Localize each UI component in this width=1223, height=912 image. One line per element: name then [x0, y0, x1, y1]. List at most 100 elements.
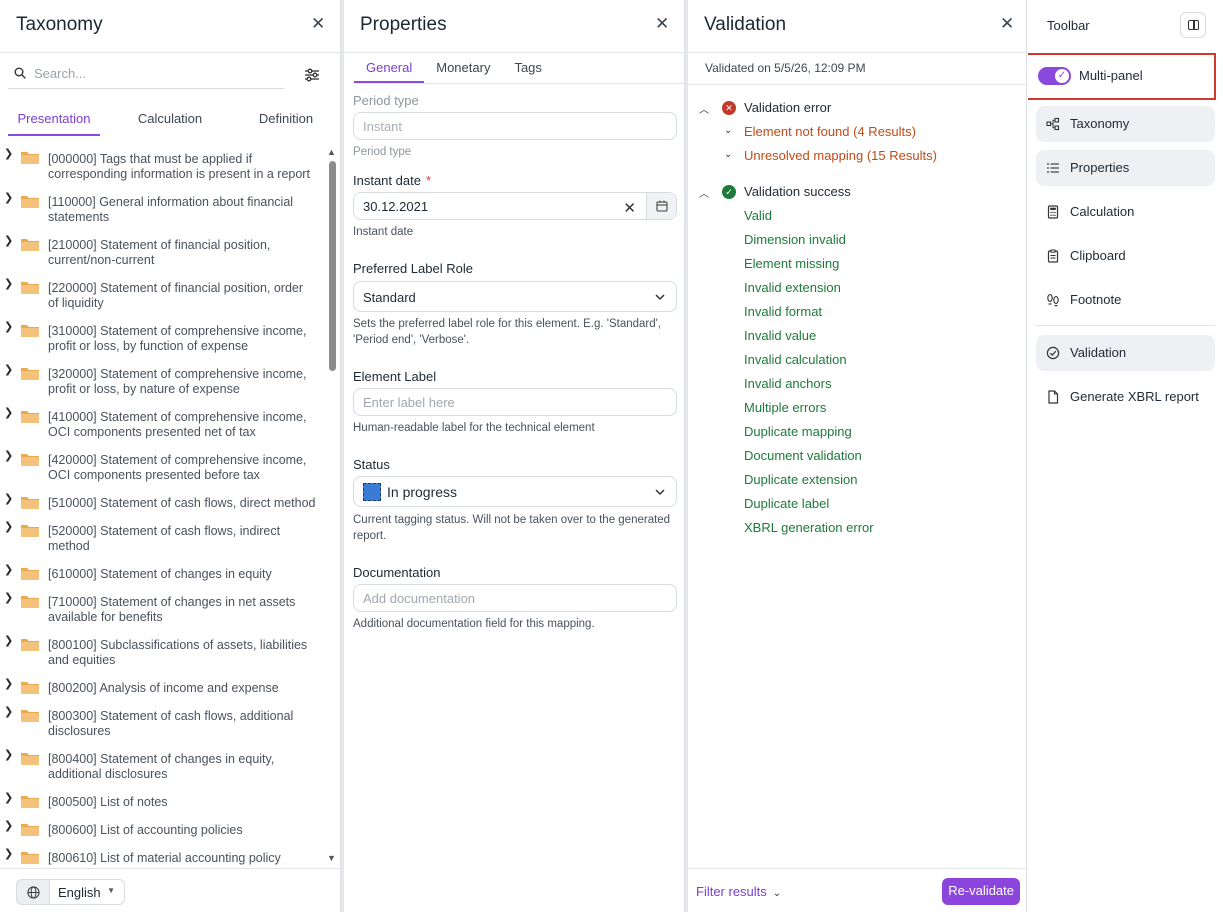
- search-input[interactable]: [34, 66, 274, 81]
- tree-item[interactable]: ❯ [110000] General information about fina…: [0, 190, 326, 225]
- validation-success-item[interactable]: Duplicate label: [744, 496, 829, 511]
- validation-success-item[interactable]: Invalid extension: [744, 280, 841, 295]
- tree-item[interactable]: ❯ [000000] Tags that must be applied if c…: [0, 146, 326, 182]
- close-icon[interactable]: ✕: [1000, 15, 1014, 32]
- label-role-select[interactable]: Standard: [353, 281, 677, 312]
- tree-item[interactable]: ❯ [220000] Statement of financial positio…: [0, 276, 326, 311]
- scroll-down-icon[interactable]: ▼: [327, 853, 336, 863]
- tree-item[interactable]: ❯ [800100] Subclassifications of assets, …: [0, 633, 326, 668]
- scrollbar-thumb[interactable]: [329, 161, 336, 371]
- tree-item[interactable]: ❯ [800400] Statement of changes in equity…: [0, 747, 326, 782]
- tree-item[interactable]: ❯ [800610] List of material accounting po…: [0, 846, 326, 866]
- status-select[interactable]: In progress: [353, 476, 677, 507]
- chevron-right-icon[interactable]: ❯: [4, 677, 13, 692]
- revalidate-button[interactable]: Re-validate: [942, 878, 1020, 905]
- validation-error-item[interactable]: ⌄ Element not found (4 Results): [724, 124, 916, 139]
- chevron-right-icon[interactable]: ❯: [4, 563, 13, 578]
- chevron-right-icon[interactable]: ❯: [4, 277, 13, 292]
- tree-item[interactable]: ❯ [420000] Statement of comprehensive inc…: [0, 448, 326, 483]
- language-select[interactable]: English ▼: [49, 879, 125, 905]
- tree-item[interactable]: ❯ [800200] Analysis of income and expense: [0, 676, 326, 696]
- close-icon[interactable]: ✕: [655, 15, 669, 32]
- tree-item[interactable]: ❯ [800300] Statement of cash flows, addit…: [0, 704, 326, 739]
- caret-down-icon: ▼: [107, 886, 115, 895]
- chevron-right-icon[interactable]: ❯: [4, 234, 13, 249]
- close-icon[interactable]: ✕: [311, 15, 325, 32]
- folder-icon: [21, 568, 39, 580]
- chevron-right-icon[interactable]: ❯: [4, 748, 13, 763]
- chevron-right-icon[interactable]: ❯: [4, 191, 13, 206]
- scroll-up-icon[interactable]: ▲: [327, 147, 336, 157]
- tree-item[interactable]: ❯ [310000] Statement of comprehensive inc…: [0, 319, 326, 354]
- validation-success-item[interactable]: Dimension invalid: [744, 232, 846, 247]
- chevron-right-icon[interactable]: ❯: [4, 406, 13, 421]
- validation-error-group[interactable]: ︿ ✕ Validation error: [698, 100, 831, 116]
- tree-item[interactable]: ❯ [520000] Statement of cash flows, indir…: [0, 519, 326, 554]
- filter-results-button[interactable]: Filter results ⌄: [696, 884, 781, 899]
- multi-panel-toggle-row[interactable]: ✓ Multi-panel: [1028, 53, 1216, 100]
- documentation-input[interactable]: Add documentation: [353, 584, 677, 612]
- chevron-right-icon[interactable]: ❯: [4, 819, 13, 834]
- validation-success-item[interactable]: Valid: [744, 208, 772, 223]
- language-globe-button[interactable]: [16, 879, 50, 905]
- chevron-right-icon[interactable]: ❯: [4, 363, 13, 378]
- validation-success-item[interactable]: Document validation: [744, 448, 862, 463]
- validation-error-item[interactable]: ⌄ Unresolved mapping (15 Results): [724, 148, 937, 163]
- chevron-right-icon[interactable]: ❯: [4, 847, 13, 862]
- clear-icon[interactable]: ✕: [623, 199, 636, 217]
- validation-success-item[interactable]: Duplicate mapping: [744, 424, 852, 439]
- tree-item[interactable]: ❯ [800600] List of accounting policies: [0, 818, 326, 838]
- chevron-right-icon[interactable]: ❯: [4, 705, 13, 720]
- calendar-button[interactable]: [646, 193, 676, 219]
- chevron-right-icon[interactable]: ❯: [4, 449, 13, 464]
- toolbar-item-taxonomy[interactable]: Taxonomy: [1036, 106, 1215, 142]
- validation-success-item[interactable]: Invalid format: [744, 304, 822, 319]
- tab-general[interactable]: General: [354, 52, 425, 83]
- validation-success-item[interactable]: Invalid value: [744, 328, 816, 343]
- validation-success-group[interactable]: ︿ ✓ Validation success: [698, 184, 851, 200]
- chevron-right-icon[interactable]: ❯: [4, 634, 13, 649]
- tab-monetary[interactable]: Monetary: [424, 52, 502, 83]
- tree-item[interactable]: ❯ [710000] Statement of changes in net as…: [0, 590, 326, 625]
- tree-item[interactable]: ❯ [320000] Statement of comprehensive inc…: [0, 362, 326, 397]
- chevron-right-icon[interactable]: ❯: [4, 147, 13, 162]
- search-box[interactable]: [8, 62, 284, 89]
- instant-date-field[interactable]: 30.12.2021 ✕: [353, 192, 677, 220]
- toolbar-item-calculation[interactable]: Calculation: [1036, 194, 1215, 230]
- chevron-right-icon[interactable]: ❯: [4, 320, 13, 335]
- chevron-up-icon: ︿: [699, 189, 709, 200]
- chevron-right-icon[interactable]: ❯: [4, 791, 13, 806]
- toolbar-item-footnote[interactable]: Footnote: [1036, 282, 1215, 318]
- validation-success-item[interactable]: XBRL generation error: [744, 520, 874, 535]
- chevron-right-icon[interactable]: ❯: [4, 520, 13, 535]
- validation-success-item[interactable]: Multiple errors: [744, 400, 826, 415]
- tree-item[interactable]: ❯ [610000] Statement of changes in equity: [0, 562, 326, 582]
- toolbar-item-clipboard[interactable]: Clipboard: [1036, 238, 1215, 274]
- validation-success-item[interactable]: Duplicate extension: [744, 472, 857, 487]
- collapse-panel-button[interactable]: [1180, 12, 1206, 38]
- element-label-helper: Human-readable label for the technical e…: [353, 422, 595, 434]
- tab-calculation[interactable]: Calculation: [120, 104, 220, 136]
- chevron-right-icon[interactable]: ❯: [4, 591, 13, 606]
- tab-tags[interactable]: Tags: [502, 52, 553, 83]
- element-label-input[interactable]: Enter label here: [353, 388, 677, 416]
- toolbar-panel: Toolbar ✓ Multi-panel Taxonomy Propertie…: [1028, 0, 1223, 912]
- tree-item[interactable]: ❯ [510000] Statement of cash flows, direc…: [0, 491, 326, 511]
- multi-panel-toggle[interactable]: ✓: [1038, 67, 1071, 85]
- tree-item[interactable]: ❯ [410000] Statement of comprehensive inc…: [0, 405, 326, 440]
- label-role-value: Standard: [363, 290, 416, 305]
- chevron-down-icon: [655, 294, 665, 301]
- toolbar-item-properties[interactable]: Properties: [1036, 150, 1215, 186]
- validation-success-item[interactable]: Element missing: [744, 256, 839, 271]
- tab-presentation[interactable]: Presentation: [8, 104, 100, 136]
- tree-item[interactable]: ❯ [800500] List of notes: [0, 790, 326, 810]
- validation-success-item[interactable]: Invalid calculation: [744, 352, 847, 367]
- filter-settings-icon[interactable]: [304, 67, 320, 83]
- toolbar-item-validation[interactable]: Validation: [1036, 335, 1215, 371]
- validation-success-item[interactable]: Invalid anchors: [744, 376, 831, 391]
- tree-item[interactable]: ❯ [210000] Statement of financial positio…: [0, 233, 326, 268]
- tab-definition[interactable]: Definition: [236, 104, 336, 136]
- toolbar-item-generate-xbrl[interactable]: Generate XBRL report: [1036, 379, 1215, 415]
- chevron-right-icon[interactable]: ❯: [4, 492, 13, 507]
- folder-icon: [21, 368, 39, 380]
